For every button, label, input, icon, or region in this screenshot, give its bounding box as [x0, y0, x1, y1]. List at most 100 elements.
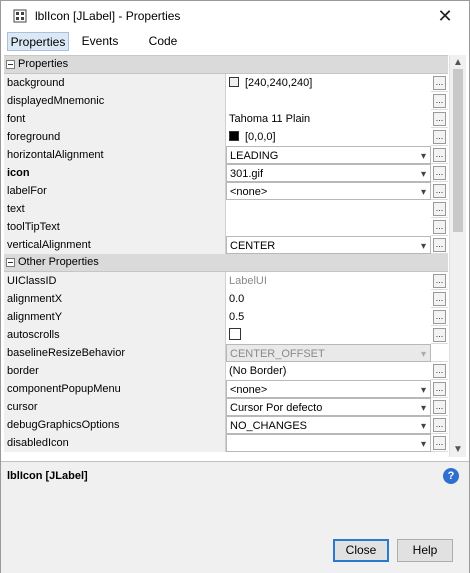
- window-title: lblIcon [JLabel] - Properties: [35, 9, 181, 23]
- ellipsis-button[interactable]: ...: [433, 94, 446, 108]
- property-name: verticalAlignment: [4, 236, 226, 254]
- property-value[interactable]: [0,0,0]: [226, 128, 431, 146]
- ellipsis-button[interactable]: ...: [433, 184, 446, 198]
- ellipsis-button[interactable]: ...: [433, 112, 446, 126]
- property-value[interactable]: 0.5: [226, 308, 431, 326]
- category-other-properties[interactable]: Other Properties: [4, 254, 448, 272]
- property-value[interactable]: Tahoma 11 Plain: [226, 110, 431, 128]
- combo-value: NO_CHANGES: [230, 420, 308, 432]
- property-name: background: [4, 74, 226, 92]
- chevron-down-icon[interactable]: ▾: [421, 436, 426, 451]
- property-value[interactable]: [226, 218, 431, 236]
- collapse-icon[interactable]: [6, 60, 15, 69]
- chevron-down-icon[interactable]: ▾: [421, 418, 426, 433]
- ellipsis-button[interactable]: ...: [433, 328, 446, 342]
- property-name: foreground: [4, 128, 226, 146]
- chevron-down-icon[interactable]: ▾: [421, 184, 426, 199]
- property-combo: CENTER_OFFSET ▾: [226, 344, 431, 362]
- ellipsis-button[interactable]: ...: [433, 274, 446, 288]
- property-combo[interactable]: 301.gif ▾: [226, 164, 431, 182]
- category-label: Other Properties: [18, 256, 99, 268]
- property-row-componentPopupMenu: componentPopupMenu <none> ▾ ...: [4, 380, 448, 398]
- category-label: Properties: [18, 58, 69, 70]
- ellipsis-button[interactable]: ...: [433, 292, 446, 306]
- property-value: [226, 326, 431, 344]
- description-panel: lblIcon [JLabel] ?: [1, 461, 469, 541]
- category-properties[interactable]: Properties: [4, 56, 448, 74]
- chevron-down-icon[interactable]: ▾: [421, 382, 426, 397]
- description-title: lblIcon [JLabel]: [7, 470, 88, 482]
- chevron-down-icon[interactable]: ▾: [421, 166, 426, 181]
- tab-events[interactable]: Events: [75, 32, 125, 51]
- property-row-font: font Tahoma 11 Plain ...: [4, 110, 448, 128]
- scroll-down-icon[interactable]: ▼: [453, 444, 463, 455]
- help-button[interactable]: Help: [397, 539, 453, 562]
- combo-value: <none>: [230, 384, 268, 396]
- property-row-labelFor: labelFor <none> ▾ ...: [4, 182, 448, 200]
- property-row-icon: icon 301.gif ▾ ...: [4, 164, 448, 182]
- property-value[interactable]: [240,240,240]: [226, 74, 431, 92]
- ellipsis-button[interactable]: ...: [433, 220, 446, 234]
- property-value[interactable]: [226, 92, 431, 110]
- property-combo[interactable]: <none> ▾: [226, 182, 431, 200]
- combo-value: <none>: [230, 186, 268, 198]
- property-name: disabledIcon: [4, 434, 226, 452]
- property-value[interactable]: (No Border): [226, 362, 431, 380]
- ellipsis-button[interactable]: ...: [433, 382, 446, 396]
- property-name: autoscrolls: [4, 326, 226, 344]
- property-combo[interactable]: LEADING ▾: [226, 146, 431, 164]
- tab-code[interactable]: Code: [141, 32, 185, 51]
- color-swatch-icon: [229, 77, 239, 87]
- ellipsis-button[interactable]: ...: [433, 418, 446, 432]
- property-name: componentPopupMenu: [4, 380, 226, 398]
- scroll-up-icon[interactable]: ▲: [453, 57, 463, 68]
- property-name: UIClassID: [4, 272, 226, 290]
- chevron-down-icon[interactable]: ▾: [421, 238, 426, 253]
- close-icon[interactable]: ✕: [433, 5, 457, 27]
- property-sheet: Properties background [240,240,240] ... …: [4, 55, 448, 457]
- scrollbar-thumb[interactable]: [453, 69, 463, 232]
- ellipsis-button[interactable]: ...: [433, 310, 446, 324]
- property-name: cursor: [4, 398, 226, 416]
- ellipsis-button[interactable]: ...: [433, 76, 446, 90]
- property-row-text: text ...: [4, 200, 448, 218]
- property-value[interactable]: [226, 200, 431, 218]
- ellipsis-button[interactable]: ...: [433, 436, 446, 450]
- combo-value: LEADING: [230, 150, 279, 162]
- collapse-icon[interactable]: [6, 258, 15, 267]
- property-row-alignmentX: alignmentX 0.0 ...: [4, 290, 448, 308]
- property-combo[interactable]: Cursor Por defecto ▾: [226, 398, 431, 416]
- chevron-down-icon[interactable]: ▾: [421, 148, 426, 163]
- property-combo[interactable]: NO_CHANGES ▾: [226, 416, 431, 434]
- property-value[interactable]: 0.0: [226, 290, 431, 308]
- help-icon[interactable]: ?: [443, 468, 459, 484]
- property-combo[interactable]: <none> ▾: [226, 380, 431, 398]
- property-row-verticalAlignment: verticalAlignment CENTER ▾ ...: [4, 236, 448, 254]
- checkbox[interactable]: [229, 328, 241, 340]
- combo-value: 301.gif: [230, 168, 264, 180]
- ellipsis-button[interactable]: ...: [433, 364, 446, 378]
- close-button[interactable]: Close: [333, 539, 389, 562]
- property-row-debugGraphicsOptions: debugGraphicsOptions NO_CHANGES ▾ ...: [4, 416, 448, 434]
- chevron-down-icon: ▾: [420, 349, 426, 360]
- property-name: icon: [4, 164, 226, 182]
- ellipsis-button[interactable]: ...: [433, 238, 446, 252]
- ellipsis-button[interactable]: ...: [433, 166, 446, 180]
- ellipsis-button[interactable]: ...: [433, 130, 446, 144]
- property-row-horizontalAlignment: horizontalAlignment LEADING ▾ ...: [4, 146, 448, 164]
- property-name: alignmentY: [4, 308, 226, 326]
- ellipsis-button[interactable]: ...: [433, 202, 446, 216]
- property-name: labelFor: [4, 182, 226, 200]
- property-row-toolTipText: toolTipText ...: [4, 218, 448, 236]
- ellipsis-button[interactable]: ...: [433, 400, 446, 414]
- property-row-disabledIcon: disabledIcon ▾ ...: [4, 434, 448, 452]
- property-combo[interactable]: CENTER ▾: [226, 236, 431, 254]
- property-combo[interactable]: ▾: [226, 434, 431, 452]
- property-value-text: [240,240,240]: [245, 77, 313, 89]
- property-name: alignmentX: [4, 290, 226, 308]
- vertical-scrollbar[interactable]: ▲ ▼: [449, 55, 466, 457]
- properties-window: lblIcon [JLabel] - Properties ✕ Properti…: [0, 0, 470, 573]
- chevron-down-icon[interactable]: ▾: [421, 400, 426, 415]
- tab-properties[interactable]: Properties: [7, 32, 69, 51]
- ellipsis-button[interactable]: ...: [433, 148, 446, 162]
